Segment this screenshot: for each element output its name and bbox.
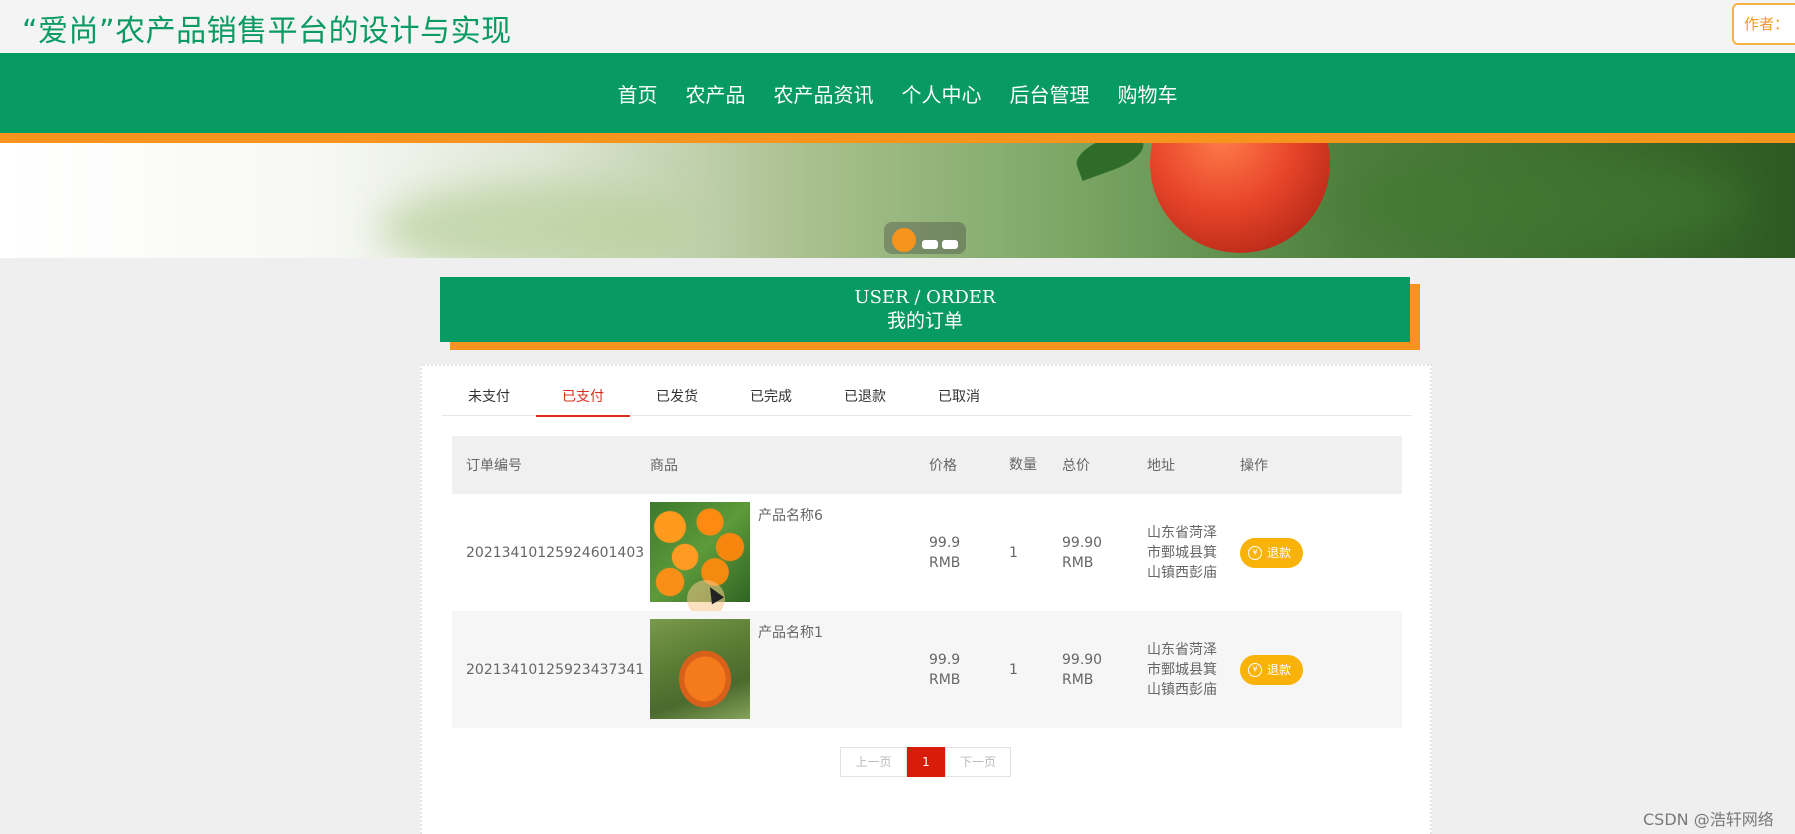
tab-cancelled[interactable]: 已取消 — [912, 380, 1006, 415]
goods-name[interactable]: 产品名称6 — [758, 506, 823, 526]
quantity: 1 — [1009, 544, 1018, 561]
orders-panel: 未支付 已支付 已发货 已完成 已退款 已取消 订单编号 商品 价格 数量 总价… — [420, 364, 1432, 834]
main-nav: 首页 农产品 农产品资讯 个人中心 后台管理 购物车 — [0, 53, 1795, 133]
refund-button[interactable]: ¥ 退款 — [1240, 654, 1304, 685]
header-address: 地址 — [1147, 458, 1175, 474]
action-cell: ¥ 退款 — [1240, 611, 1340, 728]
total: 99.90 RMB — [1062, 651, 1103, 688]
action-cell: ¥ 退款 — [1240, 494, 1340, 611]
table-row: 20213410125923437341 产品名称1 99.9 RMB 1 99… — [452, 611, 1402, 728]
nav-item-products[interactable]: 农产品 — [672, 79, 760, 108]
nav-list: 首页 农产品 农产品资讯 个人中心 后台管理 购物车 — [0, 53, 1795, 133]
tab-completed[interactable]: 已完成 — [724, 380, 818, 415]
quantity: 1 — [1009, 661, 1018, 678]
watermark: CSDN @浩轩网络 — [1643, 810, 1774, 829]
pumpkin-image[interactable] — [650, 619, 750, 719]
price: 99.9 RMB — [929, 651, 961, 688]
goods-name[interactable]: 产品名称1 — [758, 623, 823, 643]
author-badge[interactable]: 作者： — [1732, 3, 1795, 45]
section-title-cn: 我的订单 — [886, 310, 963, 332]
site-title: “爱尚”农产品销售平台的设计与实现 — [22, 14, 512, 49]
order-id: 20213410125924601403 — [466, 544, 645, 561]
next-page-button[interactable]: 下一页 — [945, 747, 1011, 777]
nav-item-news[interactable]: 农产品资讯 — [760, 79, 888, 108]
banner-foliage — [1350, 153, 1750, 253]
address: 山东省菏泽市鄄城县箕山镇西彭庙 — [1147, 524, 1217, 581]
order-id: 20213410125923437341 — [466, 661, 645, 678]
current-page[interactable]: 1 — [907, 747, 945, 777]
banner-carousel — [0, 143, 1795, 258]
title-bar: “爱尚”农产品销售平台的设计与实现 作者： — [0, 0, 1795, 53]
nav-item-cart[interactable]: 购物车 — [1104, 79, 1192, 108]
orders-table: 订单编号 商品 价格 数量 总价 地址 操作 20213410125924601… — [452, 436, 1402, 728]
pagination: 上一页 1 下一页 — [840, 747, 1011, 777]
header-quantity: 数量 — [1009, 456, 1037, 473]
nav-item-profile[interactable]: 个人中心 — [888, 79, 996, 108]
tab-refunded[interactable]: 已退款 — [818, 380, 912, 415]
header-action: 操作 — [1240, 458, 1268, 474]
tab-shipped[interactable]: 已发货 — [630, 380, 724, 415]
header-goods: 商品 — [650, 458, 678, 474]
section-header: USER / ORDER 我的订单 — [440, 277, 1410, 342]
nav-item-home[interactable]: 首页 — [604, 79, 672, 108]
header-total: 总价 — [1062, 458, 1090, 474]
refund-label: 退款 — [1267, 545, 1292, 560]
tab-unpaid[interactable]: 未支付 — [442, 380, 536, 415]
prev-page-button[interactable]: 上一页 — [840, 747, 907, 777]
banner-fruit-image — [1150, 143, 1330, 253]
nav-accent-stripe — [0, 133, 1795, 143]
nav-item-admin[interactable]: 后台管理 — [996, 79, 1104, 108]
carousel-dot-2[interactable] — [922, 240, 938, 249]
table-header: 订单编号 商品 价格 数量 总价 地址 操作 — [452, 436, 1402, 494]
order-status-tabs: 未支付 已支付 已发货 已完成 已退款 已取消 — [442, 380, 1412, 417]
yen-icon: ¥ — [1248, 662, 1262, 677]
table-row: 20213410125924601403 产品名称6 99.9 RMB 1 99… — [452, 494, 1402, 618]
carousel-indicators — [884, 222, 966, 254]
refund-label: 退款 — [1267, 662, 1292, 677]
tab-paid[interactable]: 已支付 — [536, 380, 630, 417]
carousel-dot-3[interactable] — [942, 240, 958, 249]
section-title-en: USER / ORDER — [854, 287, 996, 308]
carousel-dot-1[interactable] — [892, 228, 916, 252]
refund-button[interactable]: ¥ 退款 — [1240, 537, 1304, 568]
banner-background — [380, 183, 700, 258]
goods-cell: 产品名称1 — [650, 611, 920, 728]
header-price: 价格 — [929, 458, 957, 474]
banner-leaf — [1071, 143, 1149, 182]
total: 99.90 RMB — [1062, 534, 1103, 571]
header-order-id: 订单编号 — [466, 458, 522, 474]
address: 山东省菏泽市鄄城县箕山镇西彭庙 — [1147, 641, 1217, 698]
price: 99.9 RMB — [929, 534, 961, 571]
yen-icon: ¥ — [1248, 545, 1262, 560]
